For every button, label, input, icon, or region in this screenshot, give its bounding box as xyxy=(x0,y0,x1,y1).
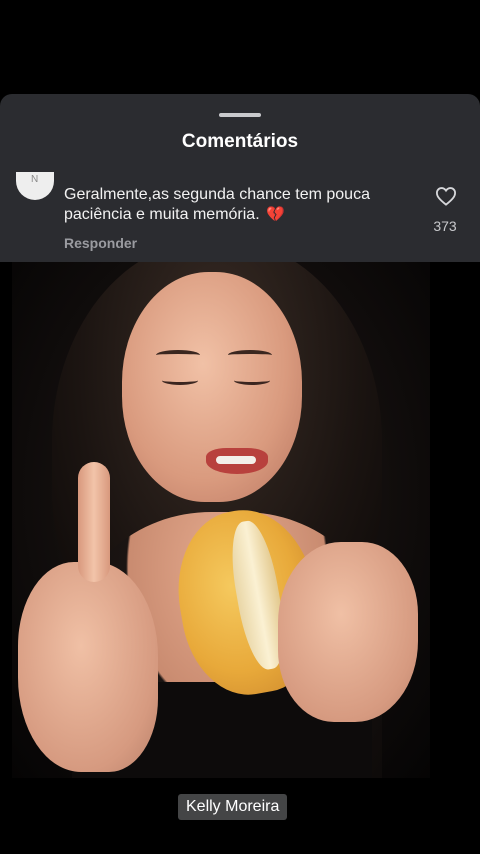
right-hand xyxy=(278,542,418,722)
drag-handle[interactable] xyxy=(219,113,261,117)
sheet-title: Comentários xyxy=(181,131,299,152)
left-eye xyxy=(162,376,198,385)
like-button[interactable] xyxy=(432,186,460,206)
username-caption[interactable]: Kelly Moreira xyxy=(178,794,288,820)
avatar[interactable]: N xyxy=(16,172,54,200)
heart-outline-icon xyxy=(435,187,457,206)
comment-body: Geralmente,as segunda chance tem pouca p… xyxy=(64,186,370,223)
video-frame[interactable] xyxy=(12,262,430,778)
person-face xyxy=(122,272,302,502)
avatar-letter: N xyxy=(31,174,39,185)
mouth xyxy=(206,448,268,474)
right-eye xyxy=(234,376,270,385)
reply-button[interactable]: Responder xyxy=(64,235,137,251)
comments-sheet: Comentários N Geralmente,as segunda chan… xyxy=(0,94,480,262)
raised-finger xyxy=(78,462,110,582)
right-eyebrow xyxy=(228,350,272,360)
comment-text: Geralmente,as segunda chance tem pouca p… xyxy=(64,185,414,225)
left-eyebrow xyxy=(156,350,200,360)
left-hand xyxy=(18,562,158,772)
like-count: 373 xyxy=(433,218,457,234)
broken-heart-emoji: 💔 xyxy=(266,206,285,223)
